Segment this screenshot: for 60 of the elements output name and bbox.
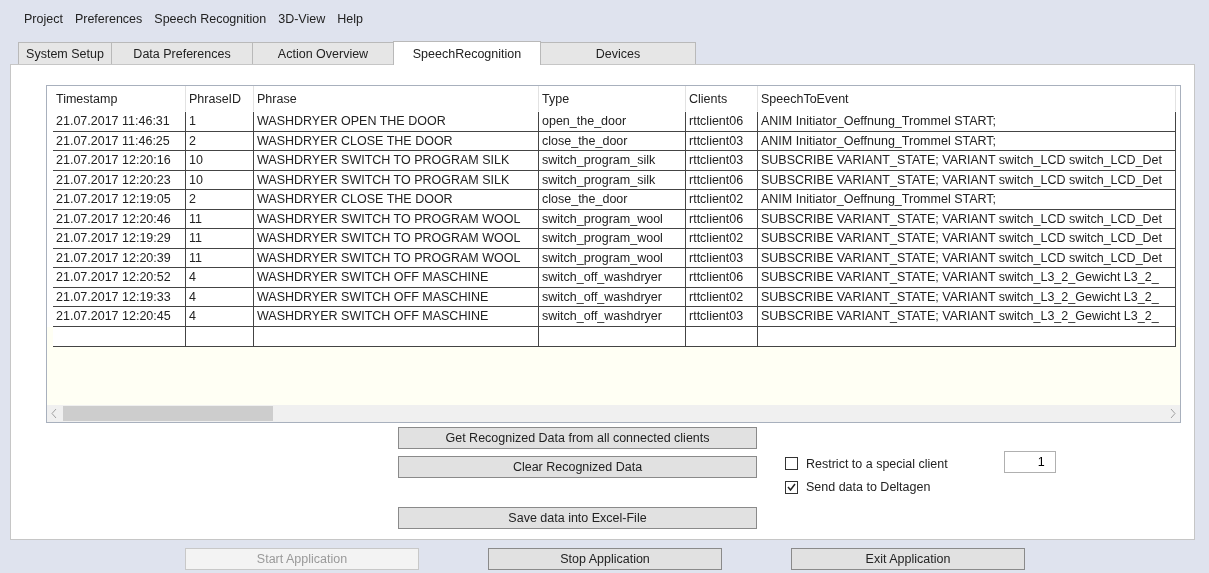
table-cell: SUBSCRIBE VARIANT_STATE; VARIANT switch_LCD switch_LCD_Det	[758, 229, 1176, 249]
table-cell: WASHDRYER SWITCH OFF MASCHINE	[254, 307, 539, 327]
table-cell: switch_off_washdryer	[539, 268, 686, 288]
table-cell: rttclient02	[686, 190, 758, 210]
menu-item[interactable]: Project	[24, 12, 63, 30]
tab[interactable]: Action Overview	[252, 42, 394, 64]
application-button[interactable]: Stop Application	[488, 548, 722, 570]
table-cell: rttclient03	[686, 307, 758, 327]
table-cell: rttclient03	[686, 151, 758, 171]
table-cell: 2	[186, 190, 254, 210]
table-cell: 21.07.2017 12:20:16	[53, 151, 186, 171]
menu-item[interactable]: Preferences	[74, 12, 143, 30]
table-cell: WASHDRYER SWITCH TO PROGRAM SILK	[254, 151, 539, 171]
table-cell: WASHDRYER SWITCH OFF MASCHINE	[254, 268, 539, 288]
client-number-field[interactable]: 1	[1003, 451, 1056, 473]
application-button[interactable]: Exit Application	[791, 548, 1025, 570]
table-cell: WASHDRYER CLOSE THE DOOR	[254, 190, 539, 210]
scrollbar-thumb[interactable]	[63, 406, 273, 421]
horizontal-scrollbar[interactable]	[47, 405, 1180, 422]
action-button[interactable]: Clear Recognized Data	[398, 456, 757, 478]
table-cell: 4	[186, 268, 254, 288]
table-cell: ANIM Initiator_Oeffnung_Trommel START;	[758, 112, 1176, 132]
table-cell: rttclient06	[686, 268, 758, 288]
table-cell: close_the_door	[539, 190, 686, 210]
menu-item[interactable]: Help	[337, 12, 363, 30]
table-cell: SUBSCRIBE VARIANT_STATE; VARIANT switch_L3_2_Gewicht L3_2_	[758, 307, 1176, 327]
scroll-left-icon[interactable]	[51, 409, 57, 418]
table-cell: open_the_door	[539, 112, 686, 132]
tab[interactable]: Devices	[540, 42, 696, 64]
table-cell: rttclient06	[686, 112, 758, 132]
action-button[interactable]: Save data into Excel-File	[398, 507, 757, 529]
table-cell: 21.07.2017 11:46:31	[53, 112, 186, 132]
table-cell: 10	[186, 151, 254, 171]
scroll-right-icon[interactable]	[1170, 409, 1176, 418]
table-cell: WASHDRYER SWITCH TO PROGRAM WOOL	[254, 229, 539, 249]
table-cell: WASHDRYER OPEN THE DOOR	[254, 112, 539, 132]
table-cell: 4	[186, 307, 254, 327]
tab[interactable]: System Setup	[18, 42, 112, 64]
checkbox[interactable]	[785, 480, 798, 494]
table-cell: switch_program_wool	[539, 229, 686, 249]
checkbox-label: Restrict to a special client	[806, 456, 948, 471]
menu-item[interactable]: Speech Recognition	[154, 12, 267, 30]
table-cell: 11	[186, 229, 254, 249]
tab[interactable]: Data Preferences	[111, 42, 253, 64]
table-cell: switch_program_silk	[539, 151, 686, 171]
tab[interactable]: SpeechRecognition	[393, 41, 541, 65]
table-cell: 21.07.2017 12:19:05	[53, 190, 186, 210]
table-cell: SUBSCRIBE VARIANT_STATE; VARIANT switch_LCD switch_LCD_Det	[758, 151, 1176, 171]
table-cell: switch_off_washdryer	[539, 307, 686, 327]
table-cell: 21.07.2017 12:20:52	[53, 268, 186, 288]
table-cell: ANIM Initiator_Oeffnung_Trommel START;	[758, 190, 1176, 210]
checkbox-label: Send data to Deltagen	[806, 480, 931, 494]
table-cell: 1	[186, 112, 254, 132]
table-cell: 21.07.2017 12:19:29	[53, 229, 186, 249]
menu-item[interactable]: 3D-View	[278, 12, 326, 30]
checkbox[interactable]	[785, 457, 798, 470]
table-cell: SUBSCRIBE VARIANT_STATE; VARIANT switch_L3_2_Gewicht L3_2_	[758, 268, 1176, 288]
action-button[interactable]: Get Recognized Data from all connected clients	[398, 427, 757, 449]
table-cell: rttclient02	[686, 229, 758, 249]
table-cell: 21.07.2017 12:20:45	[53, 307, 186, 327]
